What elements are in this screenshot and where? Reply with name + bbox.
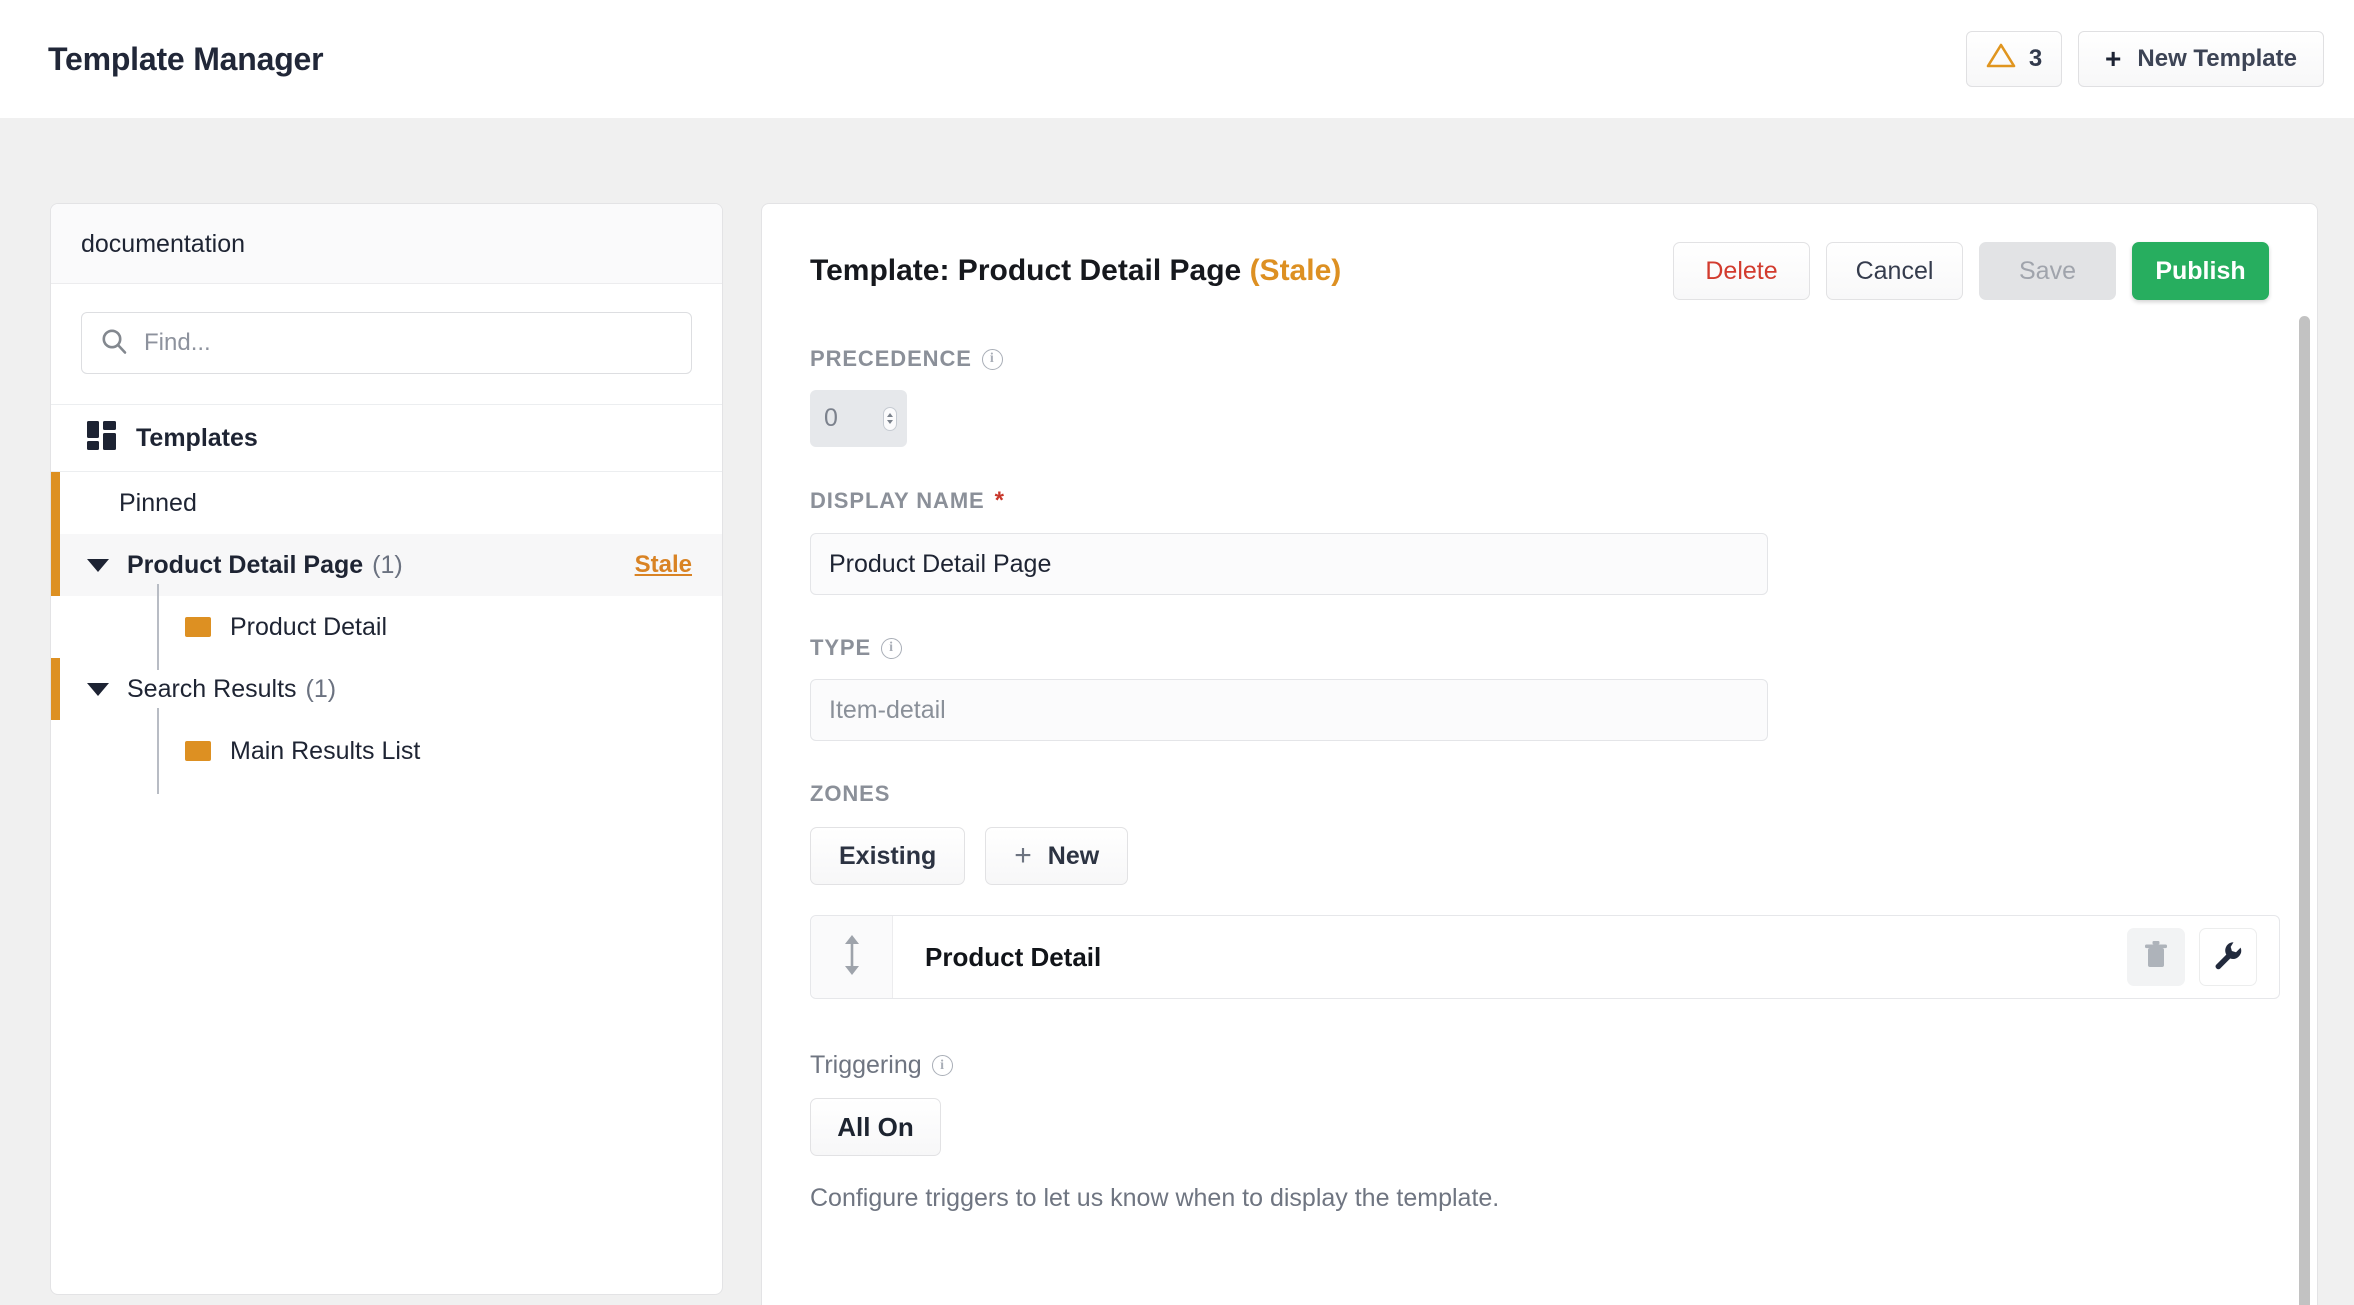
- search-results-label: Search Results: [127, 675, 297, 704]
- sidebar-zone-product-detail[interactable]: Product Detail: [51, 596, 722, 658]
- warning-triangle-icon: [1986, 42, 2016, 76]
- type-label: TYPE: [810, 635, 871, 661]
- template-detail-panel: Template: Product Detail Page (Stale) De…: [761, 203, 2318, 1305]
- existing-zone-button[interactable]: Existing: [810, 827, 965, 885]
- pinned-label: Pinned: [119, 489, 197, 518]
- template-detail-title-text: Template: Product Detail Page: [810, 254, 1241, 287]
- template-detail-header: Template: Product Detail Page (Stale) De…: [810, 236, 2269, 306]
- new-zone-label: New: [1048, 842, 1099, 871]
- templates-tree: Pinned Product Detail Page (1) Stale Pro…: [51, 472, 722, 782]
- triggering-help-text: Configure triggers to let us know when t…: [810, 1184, 2269, 1213]
- template-detail-content: Template: Product Detail Page (Stale) De…: [762, 204, 2317, 1213]
- search-results-count: (1): [306, 675, 337, 704]
- panel-scrollbar[interactable]: [2299, 316, 2310, 1305]
- zones-field: ZONES Existing + New: [810, 781, 2269, 999]
- publish-button[interactable]: Publish: [2132, 242, 2269, 300]
- precedence-stepper: 0: [810, 390, 907, 447]
- type-input: Item-detail: [810, 679, 1768, 741]
- triggering-label-row: Triggering i: [810, 1051, 2269, 1080]
- product-detail-page-label: Product Detail Page: [127, 551, 363, 580]
- new-template-button[interactable]: + New Template: [2078, 31, 2324, 87]
- zone-label: Product Detail: [230, 613, 387, 642]
- precedence-spinner-icon: [883, 407, 897, 431]
- type-field: TYPE i Item-detail: [810, 635, 2269, 741]
- zone-delete-button: [2127, 928, 2185, 986]
- header-actions: 3 + New Template: [1966, 31, 2324, 87]
- plus-icon: +: [1014, 841, 1032, 871]
- zone-row-name: Product Detail: [893, 916, 2127, 998]
- templates-grid-icon: [87, 421, 116, 455]
- sidebar-item-product-detail-page[interactable]: Product Detail Page (1) Stale: [51, 534, 722, 596]
- info-icon[interactable]: i: [982, 349, 1003, 370]
- zone-color-swatch: [185, 617, 211, 637]
- new-template-label: New Template: [2137, 45, 2297, 73]
- zone-row-actions: [2127, 916, 2279, 998]
- search-box[interactable]: [81, 312, 692, 374]
- zones-buttons: Existing + New: [810, 827, 2269, 885]
- zone-color-swatch: [185, 741, 211, 761]
- search-icon: [100, 327, 128, 360]
- display-name-field: DISPLAY NAME * Product Detail Page: [810, 487, 2269, 595]
- template-detail-title: Template: Product Detail Page (Stale): [810, 254, 1341, 288]
- triggering-field: Triggering i All On Configure triggers t…: [810, 1051, 2269, 1213]
- triggering-label: Triggering: [810, 1051, 922, 1080]
- new-zone-button[interactable]: + New: [985, 827, 1128, 885]
- display-name-label: DISPLAY NAME: [810, 488, 985, 514]
- delete-button[interactable]: Delete: [1673, 242, 1810, 300]
- zones-label-row: ZONES: [810, 781, 2269, 807]
- templates-tree-header[interactable]: Templates: [51, 404, 722, 472]
- template-detail-actions: Delete Cancel Save Publish: [1673, 242, 2269, 300]
- page-title: Template Manager: [48, 41, 323, 78]
- warnings-button[interactable]: 3: [1966, 31, 2062, 87]
- templates-tree-header-label: Templates: [136, 424, 258, 453]
- sidebar-item-search-results[interactable]: Search Results (1): [51, 658, 722, 720]
- precedence-label-row: PRECEDENCE i: [810, 346, 2269, 372]
- required-asterisk: *: [995, 487, 1005, 515]
- cancel-button[interactable]: Cancel: [1826, 242, 1963, 300]
- display-name-label-row: DISPLAY NAME *: [810, 487, 2269, 515]
- precedence-label: PRECEDENCE: [810, 346, 972, 372]
- caret-down-icon[interactable]: [87, 559, 109, 572]
- product-detail-page-count: (1): [372, 551, 403, 580]
- zones-label: ZONES: [810, 781, 890, 807]
- save-button: Save: [1979, 242, 2116, 300]
- sidebar-zone-main-results-list[interactable]: Main Results List: [51, 720, 722, 782]
- app-header: Template Manager 3 + New Template: [0, 0, 2354, 118]
- caret-down-icon[interactable]: [87, 683, 109, 696]
- body-area: documentation Templates: [0, 118, 2354, 1305]
- info-icon[interactable]: i: [881, 638, 902, 659]
- precedence-field: PRECEDENCE i 0: [810, 346, 2269, 447]
- zone-label: Main Results List: [230, 737, 420, 766]
- sidebar-header: documentation: [51, 204, 722, 284]
- plus-icon: +: [2105, 45, 2121, 73]
- trash-icon: [2142, 940, 2170, 975]
- sidebar-panel: documentation Templates: [50, 203, 723, 1295]
- drag-handle[interactable]: [811, 916, 893, 998]
- zones-list: Product Detail: [810, 915, 2269, 999]
- search-input[interactable]: [144, 329, 673, 357]
- info-icon[interactable]: i: [932, 1055, 953, 1076]
- sidebar-item-pinned[interactable]: Pinned: [51, 472, 722, 534]
- drag-vertical-icon: [840, 932, 864, 983]
- display-name-input[interactable]: Product Detail Page: [810, 533, 1768, 595]
- wrench-icon: [2213, 940, 2243, 975]
- precedence-value: 0: [824, 404, 838, 433]
- zone-configure-button[interactable]: [2199, 928, 2257, 986]
- panel-scrollbar-thumb[interactable]: [2299, 316, 2310, 1305]
- repo-name: documentation: [81, 230, 692, 259]
- zone-row[interactable]: Product Detail: [810, 915, 2280, 999]
- template-status-stale: (Stale): [1250, 254, 1342, 287]
- stale-badge-link[interactable]: Stale: [635, 551, 692, 579]
- all-on-button[interactable]: All On: [810, 1098, 941, 1156]
- type-label-row: TYPE i: [810, 635, 2269, 661]
- sidebar-search-area: [51, 284, 722, 404]
- warnings-count: 3: [2029, 45, 2042, 73]
